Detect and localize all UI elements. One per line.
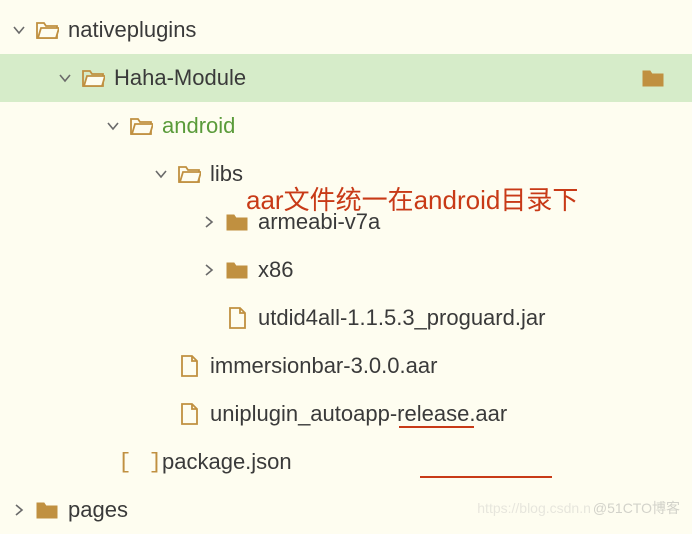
chevron-right-icon [200, 213, 218, 231]
tree-item-uniplugin-aar[interactable]: uniplugin_autoapp-release.aar [0, 390, 692, 438]
tree-item-pages[interactable]: pages [0, 486, 692, 534]
json-icon: [ ] [128, 449, 154, 475]
chevron-down-icon [56, 69, 74, 87]
folder-open-icon [80, 65, 106, 91]
tree-item-libs[interactable]: libs [0, 150, 692, 198]
tree-label: uniplugin_autoapp-release.aar [210, 401, 507, 427]
tree-label: immersionbar-3.0.0.aar [210, 353, 437, 379]
tree-label: nativeplugins [68, 17, 196, 43]
tree-label: libs [210, 161, 243, 187]
tree-item-package-json[interactable]: [ ] package.json [0, 438, 692, 486]
tree-item-x86[interactable]: x86 [0, 246, 692, 294]
tree-item-nativeplugins[interactable]: nativeplugins [0, 6, 692, 54]
folder-closed-icon [224, 257, 250, 283]
chevron-down-icon [104, 117, 122, 135]
chevron-down-icon [152, 165, 170, 183]
file-icon [176, 353, 202, 379]
tree-label: package.json [162, 449, 292, 475]
file-tree: nativeplugins Haha-Module android libs a… [0, 0, 692, 534]
tree-label: x86 [258, 257, 293, 283]
tree-item-android[interactable]: android [0, 102, 692, 150]
tree-label: pages [68, 497, 128, 523]
tree-label: utdid4all-1.1.5.3_proguard.jar [258, 305, 545, 331]
tree-item-immersionbar-aar[interactable]: immersionbar-3.0.0.aar [0, 342, 692, 390]
tree-label: android [162, 113, 235, 139]
chevron-right-icon [200, 261, 218, 279]
tree-item-utdid-jar[interactable]: utdid4all-1.1.5.3_proguard.jar [0, 294, 692, 342]
folder-closed-icon [640, 65, 666, 91]
tree-label: armeabi-v7a [258, 209, 380, 235]
file-icon [176, 401, 202, 427]
folder-open-icon [128, 113, 154, 139]
folder-open-icon [176, 161, 202, 187]
chevron-right-icon [10, 501, 28, 519]
folder-open-icon [34, 17, 60, 43]
tree-item-haha-module[interactable]: Haha-Module [0, 54, 692, 102]
chevron-down-icon [10, 21, 28, 39]
folder-closed-icon [34, 497, 60, 523]
file-icon [224, 305, 250, 331]
tree-label: Haha-Module [114, 65, 246, 91]
folder-closed-icon [224, 209, 250, 235]
tree-item-armeabi[interactable]: armeabi-v7a [0, 198, 692, 246]
